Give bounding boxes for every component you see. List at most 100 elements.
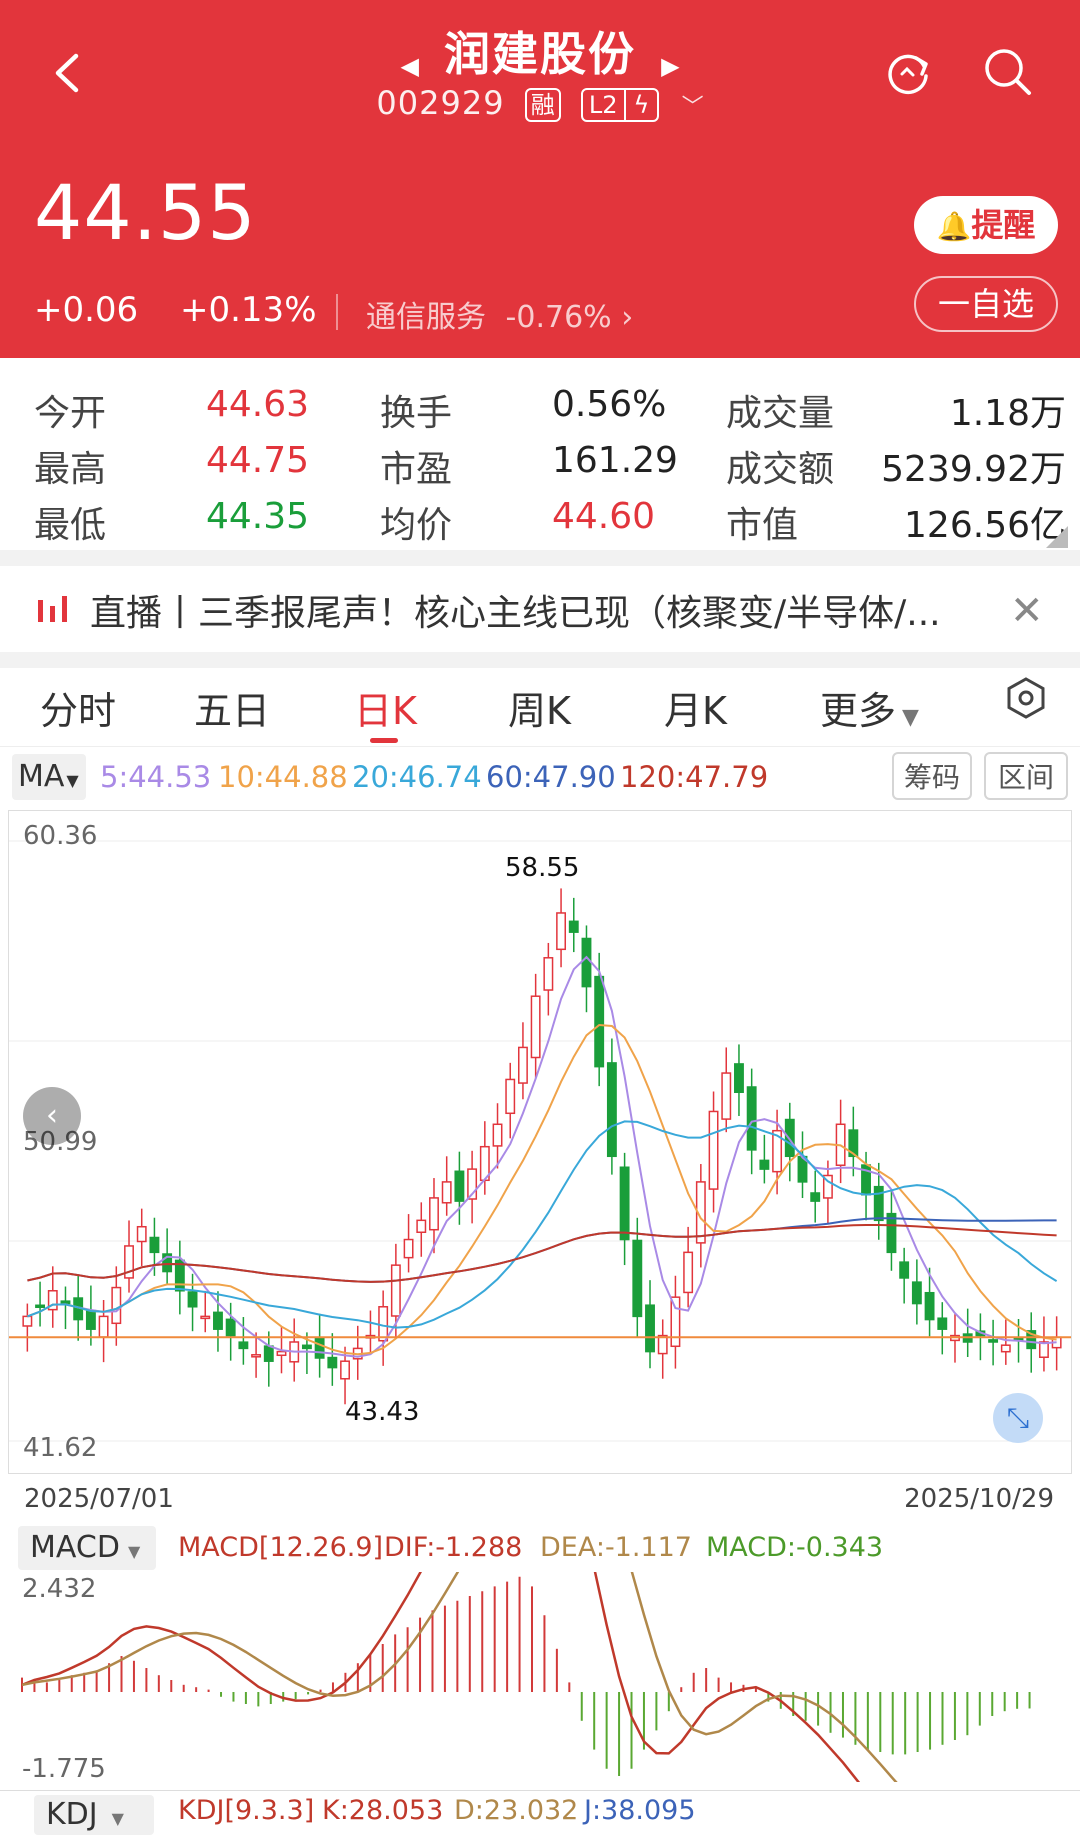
candle-body: [619, 1166, 630, 1241]
amount-label: 成交额: [726, 449, 835, 490]
candle-body: [1000, 1344, 1011, 1353]
ma60-value: 60:47.90: [486, 760, 616, 794]
caret-down-icon: ▼: [902, 705, 919, 730]
margin-tag: 融: [524, 88, 561, 122]
sector-change: -0.76%: [505, 300, 612, 335]
fullscreen-button[interactable]: ⤡: [993, 1393, 1043, 1443]
candle-body: [85, 1309, 96, 1330]
change-percent: +0.13%: [180, 290, 317, 330]
candle-body: [556, 912, 567, 951]
kline-svg: [9, 840, 1071, 1442]
pe-value: 161.29: [552, 440, 678, 481]
live-news-banner[interactable]: 直播丨三季报尾声！核心主线已现（核聚变/半导体/... ✕: [0, 566, 1080, 652]
volume-value: 1.18万: [949, 393, 1066, 434]
stock-name: 润建股份: [444, 27, 636, 81]
remind-button[interactable]: 🔔提醒: [914, 196, 1058, 254]
tab-weekly-k[interactable]: 周K: [508, 680, 571, 735]
macd-header: MACD ▼ MACD[12.26.9] DIF:-1.288 DEA:-1.11…: [0, 1526, 1080, 1570]
macd-selector[interactable]: MACD ▼: [18, 1526, 156, 1570]
candle-body: [530, 995, 541, 1059]
sector-link[interactable]: 通信服务 -0.76% ›: [366, 292, 633, 336]
candle-body: [810, 1192, 821, 1202]
candle-body: [149, 1236, 160, 1254]
stock-code: 002929: [376, 84, 505, 122]
section-gap: [0, 652, 1080, 668]
tab-daily-k[interactable]: 日K: [354, 680, 417, 735]
candle-body: [136, 1225, 147, 1243]
candle-body: [35, 1304, 46, 1309]
settings-hexagon-icon[interactable]: [1004, 676, 1048, 720]
change-amount: +0.06: [34, 290, 139, 330]
y-axis-min: 41.62: [23, 1433, 98, 1463]
tab-monthly-k[interactable]: 月K: [664, 680, 727, 735]
candle-body: [390, 1264, 401, 1317]
candle-body: [886, 1212, 897, 1254]
candle-body: [911, 1281, 922, 1305]
ma120-value: 120:47.79: [620, 760, 769, 794]
candle-body: [213, 1311, 223, 1330]
candle-body: [759, 1159, 770, 1170]
peak-price-label: 58.55: [505, 853, 580, 883]
remind-label: 提醒: [971, 206, 1036, 244]
candle-body: [314, 1336, 325, 1359]
ma10-line: [27, 1023, 1057, 1356]
l2-tag[interactable]: L2 ϟ: [580, 88, 660, 122]
scroll-left-button[interactable]: ‹: [23, 1087, 81, 1145]
tab-intraday[interactable]: 分时: [40, 680, 116, 735]
ma-selector[interactable]: MA ▼: [12, 754, 86, 800]
caret-down-icon: ▼: [111, 1809, 124, 1828]
turnover-label: 换手: [380, 393, 453, 434]
macd-selector-label: MACD: [30, 1530, 120, 1565]
kdj-selector[interactable]: KDJ ▼: [34, 1795, 154, 1835]
candle-body: [251, 1354, 262, 1358]
candle-body: [263, 1345, 274, 1362]
close-icon[interactable]: ✕: [1010, 588, 1044, 634]
ma10-value: 10:44.88: [218, 760, 348, 794]
stock-header: ◀ 润建股份 ▶ 002929 融 L2 ϟ ﹀ 44.55 +0.06 +0.1…: [0, 0, 1080, 358]
candle-body: [645, 1304, 655, 1353]
expand-corner-icon[interactable]: [1046, 526, 1068, 548]
active-tab-indicator: [370, 738, 398, 743]
chip-distribution-button[interactable]: 筹码: [892, 752, 972, 800]
tab-five-day[interactable]: 五日: [194, 680, 270, 735]
kline-chart[interactable]: 60.36 50.99 41.62 58.55 43.43 ‹ ⤡: [8, 810, 1072, 1474]
dif-line: [21, 1572, 861, 1782]
open-label: 今开: [34, 393, 107, 434]
candle-body: [594, 975, 605, 1068]
refresh-icon[interactable]: [880, 44, 936, 100]
candle-body: [708, 1110, 719, 1190]
range-button[interactable]: 区间: [984, 752, 1068, 800]
amount-value: 5239.92万: [881, 449, 1066, 490]
candle-body: [937, 1317, 948, 1330]
macd-chart[interactable]: [0, 1572, 1080, 1782]
ma-selector-label: MA: [18, 759, 65, 794]
tab-more[interactable]: 更多 ▼: [820, 680, 919, 735]
volume-label: 成交量: [726, 393, 835, 434]
trough-price-label: 43.43: [345, 1397, 420, 1427]
prev-stock-icon[interactable]: ◀: [400, 52, 418, 80]
macd-dif: DIF:-1.288: [384, 1532, 523, 1563]
period-tabs: 分时 五日 日K 周K 月K 更多 ▼: [0, 668, 1080, 747]
caret-down-icon: ▼: [127, 1542, 141, 1561]
macd-dea: DEA:-1.117: [540, 1532, 692, 1563]
tab-more-label: 更多: [820, 689, 897, 733]
watchlist-button[interactable]: 一自选: [914, 276, 1058, 332]
candle-body: [683, 1251, 694, 1294]
search-icon[interactable]: [980, 44, 1036, 100]
section-gap: [0, 550, 1080, 566]
candle-body: [517, 1046, 528, 1084]
ma-indicator-row: MA ▼ 5:44.53 10:44.88 20:46.74 60:47.90 1…: [0, 750, 1080, 808]
lightning-icon: ϟ: [623, 90, 658, 120]
candle-body: [746, 1086, 757, 1151]
news-headline: 直播丨三季报尾声！核心主线已现（核聚变/半导体/...: [90, 593, 941, 634]
date-start: 2025/07/01: [24, 1484, 174, 1514]
next-stock-icon[interactable]: ▶: [661, 52, 679, 80]
dea-line: [21, 1572, 898, 1782]
chevron-down-icon[interactable]: ﹀: [682, 89, 704, 121]
candle-body: [429, 1197, 439, 1231]
kdj-j: J:38.095: [584, 1795, 696, 1826]
candle-body: [924, 1291, 935, 1321]
quote-stats: 今开 44.63 最高 44.75 最低 44.35 换手 0.56% 市盈 1…: [0, 360, 1080, 550]
candle-body: [632, 1239, 643, 1318]
candle-body: [873, 1185, 884, 1222]
